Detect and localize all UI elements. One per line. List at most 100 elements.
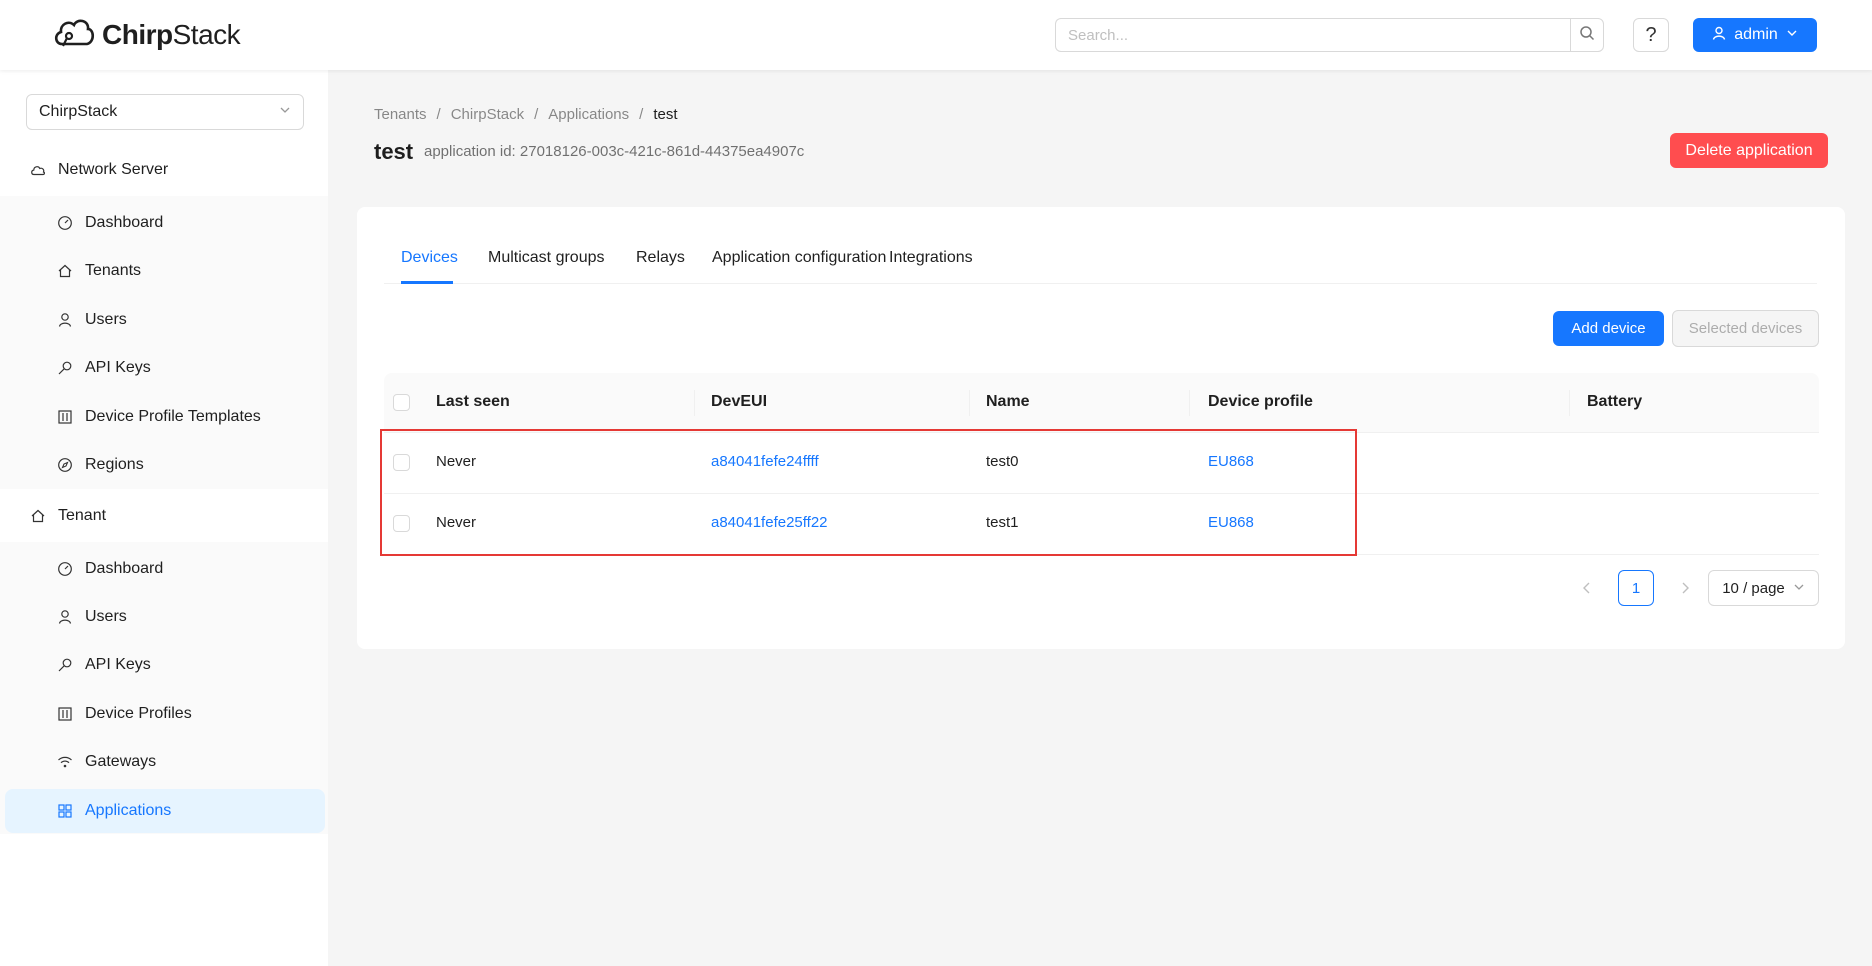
- tab-integrations[interactable]: Integrations: [889, 249, 973, 267]
- tab-multicast-groups[interactable]: Multicast groups: [488, 249, 605, 267]
- column-divider: [969, 390, 970, 416]
- cloud-logo-icon: [52, 14, 96, 55]
- breadcrumb-separator: /: [436, 106, 441, 123]
- wifi-icon: [57, 754, 73, 770]
- cloud-icon: [30, 162, 46, 178]
- table-row[interactable]: Never a84041fefe25ff22 test1 EU868: [384, 494, 1819, 555]
- menu-item-ns-device-profile-templates[interactable]: Device Profile Templates: [5, 395, 325, 439]
- page-title: test: [374, 139, 414, 164]
- breadcrumb-chirpstack[interactable]: ChirpStack: [451, 106, 524, 123]
- selected-devices-button: Selected devices: [1672, 310, 1819, 347]
- breadcrumb: Tenants / ChirpStack / Applications / test: [374, 106, 678, 123]
- menu-item-label: Users: [85, 311, 127, 328]
- menu-item-label: Device Profiles: [85, 705, 192, 722]
- devices-table: Last seen DevEUI Name Device profile Bat…: [384, 373, 1819, 555]
- cell-last-seen: Never: [436, 453, 477, 470]
- select-all-checkbox[interactable]: [393, 394, 410, 411]
- breadcrumb-current: test: [653, 106, 678, 123]
- cell-name: test1: [986, 514, 1019, 531]
- user-icon: [57, 312, 73, 328]
- row-checkbox[interactable]: [393, 515, 410, 532]
- cell-device-profile-link[interactable]: EU868: [1208, 453, 1254, 470]
- column-deveui[interactable]: DevEUI: [711, 393, 767, 411]
- top-header: ChirpStack ? admin: [0, 0, 1872, 70]
- cell-deveui-link[interactable]: a84041fefe25ff22: [711, 514, 828, 531]
- search-input[interactable]: [1055, 18, 1570, 52]
- menu-item-tenant-dashboard[interactable]: Dashboard: [5, 547, 325, 591]
- column-divider: [1189, 390, 1190, 416]
- cell-deveui-link[interactable]: a84041fefe24ffff: [711, 453, 819, 470]
- breadcrumb-separator: /: [534, 106, 539, 123]
- search-bar: [1055, 18, 1604, 52]
- tab-application-configuration[interactable]: Application configuration: [712, 249, 886, 267]
- user-name: admin: [1734, 26, 1778, 43]
- logo-text: ChirpStack: [102, 18, 241, 50]
- chirpstack-logo[interactable]: ChirpStack: [52, 14, 241, 55]
- compass-icon: [57, 457, 73, 473]
- key-icon: [57, 657, 73, 673]
- breadcrumb-applications[interactable]: Applications: [548, 106, 629, 123]
- menu-item-ns-regions[interactable]: Regions: [5, 443, 325, 487]
- user-icon: [1712, 26, 1726, 45]
- appstore-icon: [57, 803, 73, 819]
- cell-name: test0: [986, 453, 1019, 470]
- menu-item-ns-dashboard[interactable]: Dashboard: [5, 201, 325, 245]
- active-tab-indicator: [401, 281, 453, 284]
- tab-relays[interactable]: Relays: [636, 249, 685, 267]
- tab-devices[interactable]: Devices: [401, 249, 458, 267]
- tenant-select[interactable]: ChirpStack: [26, 94, 304, 130]
- user-icon: [57, 609, 73, 625]
- menu-item-label: Applications: [85, 802, 172, 819]
- chevron-down-icon: [1786, 26, 1798, 44]
- home-icon: [57, 263, 73, 279]
- search-icon: [1579, 25, 1595, 46]
- page-number[interactable]: 1: [1618, 570, 1654, 606]
- menu-item-label: Dashboard: [85, 214, 164, 231]
- menu-item-label: Gateways: [85, 753, 157, 770]
- menu-item-label: API Keys: [85, 359, 151, 376]
- add-device-button[interactable]: Add device: [1553, 311, 1664, 346]
- column-device-profile[interactable]: Device profile: [1208, 393, 1313, 411]
- table-row[interactable]: Never a84041fefe24ffff test0 EU868: [384, 433, 1819, 494]
- column-divider: [1569, 390, 1570, 416]
- menu-group-label: Tenant: [58, 507, 107, 524]
- user-menu-button[interactable]: admin: [1693, 18, 1817, 52]
- dashboard-icon: [57, 215, 73, 231]
- question-icon: ?: [1645, 23, 1657, 46]
- prev-page-icon[interactable]: [1570, 571, 1604, 605]
- breadcrumb-tenants[interactable]: Tenants: [374, 106, 427, 123]
- column-divider: [694, 390, 695, 416]
- menu-item-ns-users[interactable]: Users: [5, 298, 325, 342]
- tenant-select-value: ChirpStack: [39, 103, 118, 120]
- column-battery[interactable]: Battery: [1587, 393, 1642, 411]
- column-name[interactable]: Name: [986, 393, 1030, 411]
- chevron-down-icon: [1793, 580, 1805, 597]
- menu-item-label: Dashboard: [85, 560, 164, 577]
- help-button[interactable]: ?: [1633, 18, 1669, 52]
- row-checkbox[interactable]: [393, 454, 410, 471]
- menu-item-label: Regions: [85, 456, 144, 473]
- menu-item-tenant-users[interactable]: Users: [5, 595, 325, 639]
- menu-item-ns-tenants[interactable]: Tenants: [5, 249, 325, 293]
- menu-item-label: Tenants: [85, 262, 142, 279]
- control-icon: [57, 409, 73, 425]
- menu-group-network-server[interactable]: Network Server: [0, 144, 328, 196]
- dashboard-icon: [57, 561, 73, 577]
- menu-group-tenant[interactable]: Tenant: [0, 490, 328, 542]
- page-size-value: 10 / page: [1722, 579, 1785, 597]
- search-button[interactable]: [1570, 18, 1604, 52]
- menu-item-tenant-api-keys[interactable]: API Keys: [5, 643, 325, 687]
- menu-item-tenant-device-profiles[interactable]: Device Profiles: [5, 692, 325, 736]
- cell-last-seen: Never: [436, 514, 477, 531]
- next-page-icon[interactable]: [1668, 571, 1702, 605]
- delete-application-button[interactable]: Delete application: [1670, 133, 1828, 168]
- page-size-select[interactable]: 10 / page: [1708, 570, 1819, 606]
- menu-item-tenant-gateways[interactable]: Gateways: [5, 740, 325, 784]
- menu-item-ns-api-keys[interactable]: API Keys: [5, 346, 325, 390]
- cell-device-profile-link[interactable]: EU868: [1208, 514, 1254, 531]
- menu-item-tenant-applications[interactable]: Applications: [5, 789, 325, 833]
- page-subtitle: application id: 27018126-003c-421c-861d-…: [424, 143, 805, 160]
- column-last-seen[interactable]: Last seen: [436, 393, 510, 411]
- tab-bar: Devices Multicast groups Relays Applicat…: [384, 207, 1817, 284]
- control-icon: [57, 706, 73, 722]
